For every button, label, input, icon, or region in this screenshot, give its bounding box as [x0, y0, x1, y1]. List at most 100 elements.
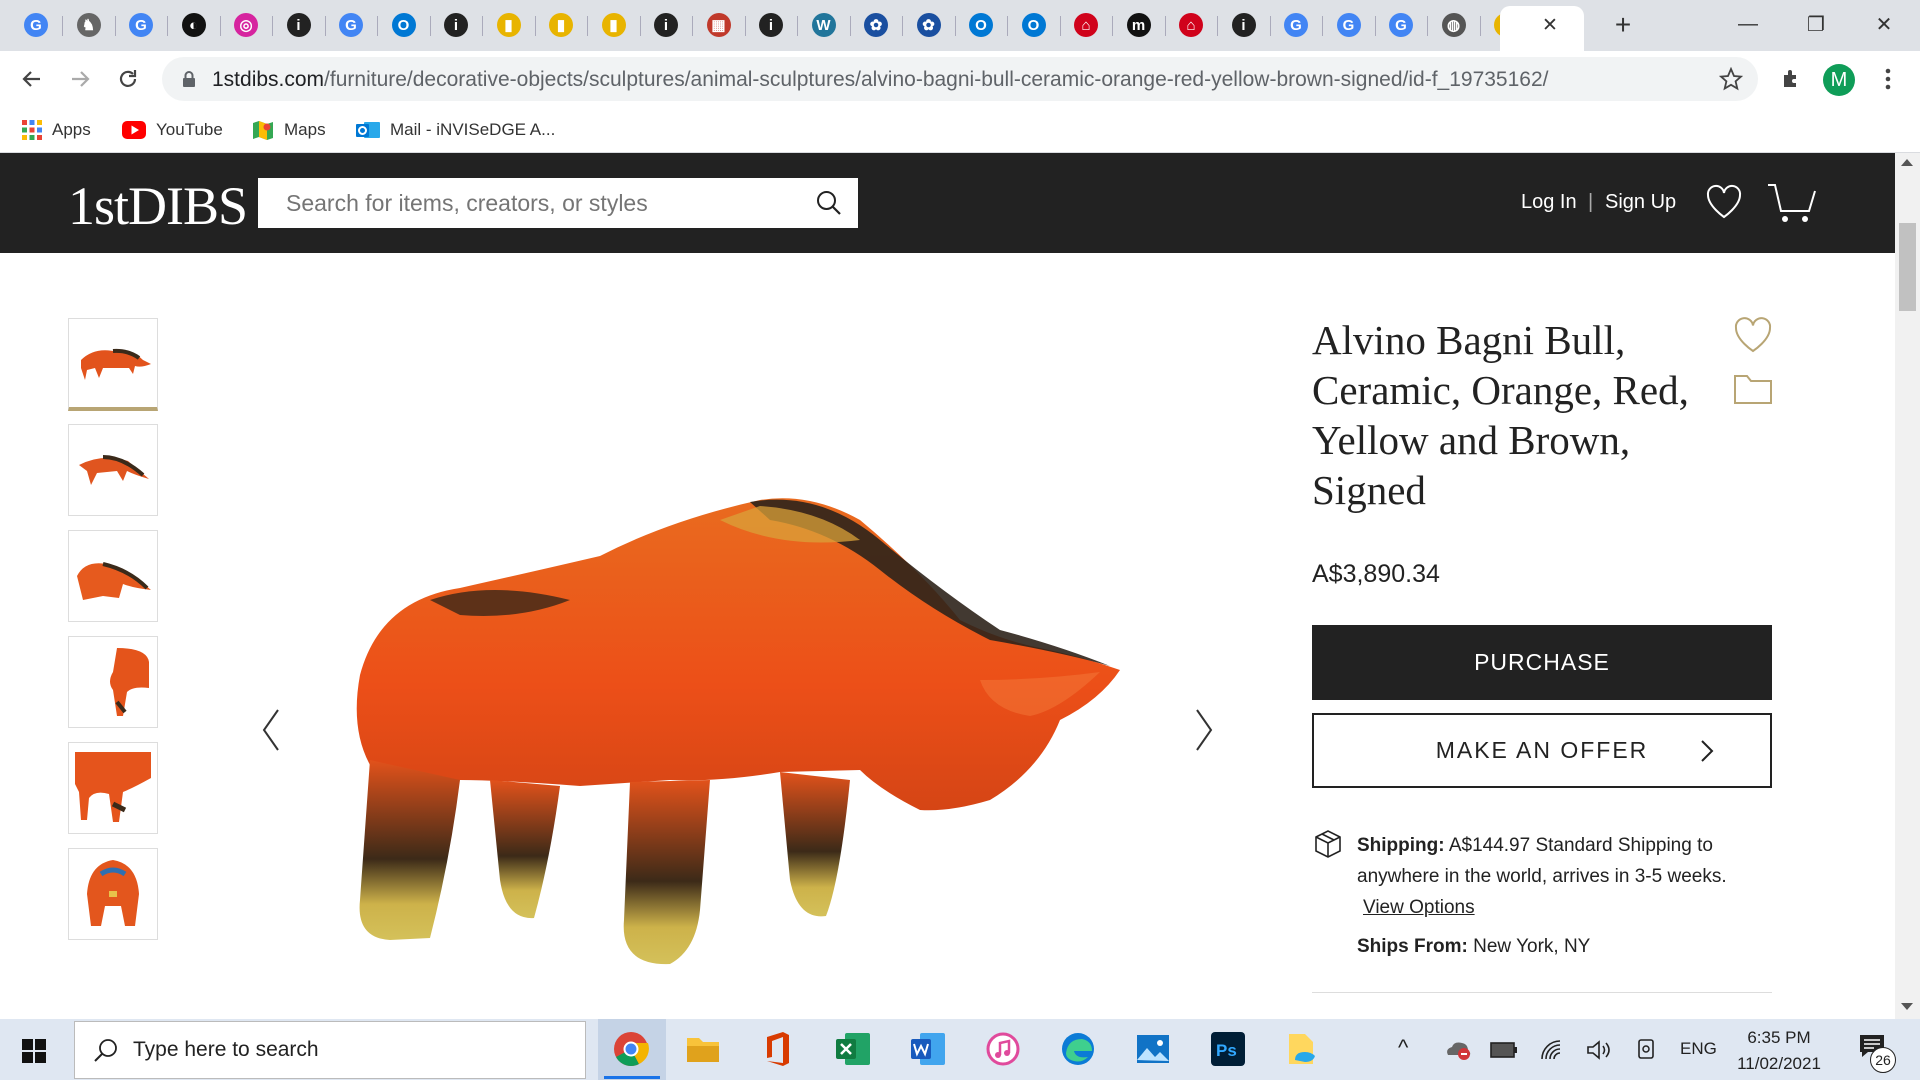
onedrive-taskbar-app[interactable]: [1283, 1029, 1323, 1069]
bookmark-star-icon[interactable]: [1719, 67, 1743, 91]
browser-tab[interactable]: ◍: [1428, 6, 1480, 44]
clock[interactable]: 6:35 PM 11/02/2021: [1730, 1025, 1828, 1077]
speaker-icon[interactable]: [1586, 1039, 1612, 1061]
browser-tab[interactable]: W: [798, 6, 850, 44]
minimize-button[interactable]: —: [1718, 6, 1778, 42]
browser-tab[interactable]: G: [115, 6, 167, 44]
lock-icon[interactable]: [182, 70, 196, 88]
onedrive-error-icon[interactable]: [1444, 1037, 1472, 1061]
view-options-link[interactable]: View Options: [1363, 897, 1475, 918]
site-search-box[interactable]: [258, 178, 858, 228]
login-link[interactable]: Log In: [1521, 191, 1577, 214]
product-thumbnail-1[interactable]: [68, 318, 158, 411]
previous-image-button[interactable]: [252, 700, 292, 760]
browser-tab[interactable]: ◐: [168, 6, 220, 44]
outlook-icon: O: [1021, 13, 1046, 37]
url-host: 1stdibs.com: [212, 68, 325, 91]
wifi-icon[interactable]: [1540, 1039, 1566, 1061]
windows-start-icon[interactable]: [22, 1039, 46, 1063]
browser-tab[interactable]: ▮: [535, 6, 587, 44]
product-thumbnail-2[interactable]: [68, 424, 158, 516]
close-window-button[interactable]: ✕: [1854, 6, 1914, 42]
word-taskbar-app[interactable]: [908, 1029, 948, 1069]
product-thumbnail-3[interactable]: [68, 530, 158, 622]
next-image-button[interactable]: [1183, 700, 1223, 760]
browser-tab[interactable]: ✿: [903, 6, 955, 44]
browser-tab[interactable]: ♞: [63, 6, 115, 44]
bookmark-apps[interactable]: Apps: [22, 117, 91, 143]
photos-taskbar-app[interactable]: [1133, 1029, 1173, 1069]
site-search-input[interactable]: [284, 189, 808, 218]
active-tab[interactable]: ✕: [1500, 6, 1584, 51]
product-main-image[interactable]: [340, 480, 1140, 980]
office-taskbar-app[interactable]: [758, 1029, 798, 1069]
battery-icon[interactable]: [1490, 1041, 1518, 1059]
taskbar-search-box[interactable]: Type here to search: [74, 1021, 586, 1079]
browser-tab[interactable]: ▦: [693, 6, 745, 44]
browser-tab[interactable]: G: [1323, 6, 1375, 44]
browser-tab[interactable]: G: [10, 6, 62, 44]
cart-icon[interactable]: [1766, 181, 1816, 225]
url-text[interactable]: 1stdibs.com/furniture/decorative-objects…: [212, 68, 1548, 92]
product-thumbnail-6[interactable]: [68, 848, 158, 940]
browser-tab[interactable]: i: [430, 6, 482, 44]
menu-button[interactable]: [1872, 63, 1904, 95]
chrome-icon: [614, 1032, 649, 1066]
photos-icon: [1137, 1035, 1169, 1063]
profile-avatar[interactable]: M: [1823, 64, 1855, 96]
browser-tab[interactable]: G: [1375, 6, 1427, 44]
browser-tab[interactable]: O: [378, 6, 430, 44]
language-indicator[interactable]: ENG: [1680, 1039, 1717, 1059]
product-thumbnail-4[interactable]: [68, 636, 158, 728]
notification-center-button[interactable]: 26: [1858, 1033, 1896, 1073]
bookmark-maps[interactable]: Maps: [252, 117, 326, 143]
tray-overflow-chevron-icon[interactable]: ^: [1398, 1035, 1408, 1061]
address-bar[interactable]: 1stdibs.com/furniture/decorative-objects…: [162, 57, 1758, 101]
bookmark-youtube[interactable]: YouTube: [122, 117, 223, 143]
page-scrollbar[interactable]: [1895, 153, 1920, 1019]
back-button[interactable]: [16, 63, 48, 95]
scrollbar-thumb[interactable]: [1899, 223, 1916, 311]
browser-tab[interactable]: ◎: [220, 6, 272, 44]
restore-button[interactable]: ❐: [1786, 6, 1846, 42]
new-tab-button[interactable]: +: [1604, 6, 1642, 44]
browser-tab[interactable]: ⌂: [1060, 6, 1112, 44]
file-explorer-taskbar-app[interactable]: [683, 1029, 723, 1069]
extensions-button[interactable]: [1776, 63, 1808, 95]
make-offer-button[interactable]: MAKE AN OFFER: [1312, 713, 1772, 788]
browser-tab[interactable]: i: [640, 6, 692, 44]
forward-button[interactable]: [64, 63, 96, 95]
photoshop-taskbar-app[interactable]: Ps: [1208, 1029, 1248, 1069]
browser-tab[interactable]: ✿: [850, 6, 902, 44]
edge-taskbar-app[interactable]: [1058, 1029, 1098, 1069]
browser-tab[interactable]: G: [325, 6, 377, 44]
browser-tab[interactable]: i: [745, 6, 797, 44]
favorites-heart-icon[interactable]: [1705, 183, 1743, 221]
browser-tab[interactable]: m: [1113, 6, 1165, 44]
browser-tab[interactable]: i: [273, 6, 325, 44]
browser-tab[interactable]: ▮: [588, 6, 640, 44]
scroll-up-arrow-icon[interactable]: [1901, 159, 1913, 166]
reload-button[interactable]: [112, 63, 144, 95]
signup-link[interactable]: Sign Up: [1605, 191, 1676, 214]
site-logo[interactable]: 1stDIBS: [68, 175, 248, 237]
bookmark-mail[interactable]: Mail - iNVISeDGE A...: [356, 117, 555, 143]
meet-now-icon[interactable]: [1636, 1038, 1658, 1062]
browser-tab[interactable]: ▮: [483, 6, 535, 44]
browser-tab[interactable]: G: [1270, 6, 1322, 44]
scroll-down-arrow-icon[interactable]: [1901, 1003, 1913, 1010]
browser-tab[interactable]: ⌂: [1165, 6, 1217, 44]
chevron-left-icon: [262, 709, 279, 751]
product-thumbnail-5[interactable]: [68, 742, 158, 834]
purchase-button[interactable]: PURCHASE: [1312, 625, 1772, 700]
folder-icon[interactable]: [1733, 372, 1773, 406]
chrome-taskbar-app[interactable]: [598, 1019, 666, 1080]
favorite-heart-icon[interactable]: [1733, 315, 1773, 355]
browser-tab[interactable]: O: [955, 6, 1007, 44]
excel-taskbar-app[interactable]: [833, 1029, 873, 1069]
browser-tab[interactable]: i: [1218, 6, 1270, 44]
browser-tab[interactable]: O: [1008, 6, 1060, 44]
close-tab-icon[interactable]: ✕: [1542, 14, 1558, 37]
itunes-taskbar-app[interactable]: [983, 1029, 1023, 1069]
search-icon[interactable]: [816, 190, 842, 216]
